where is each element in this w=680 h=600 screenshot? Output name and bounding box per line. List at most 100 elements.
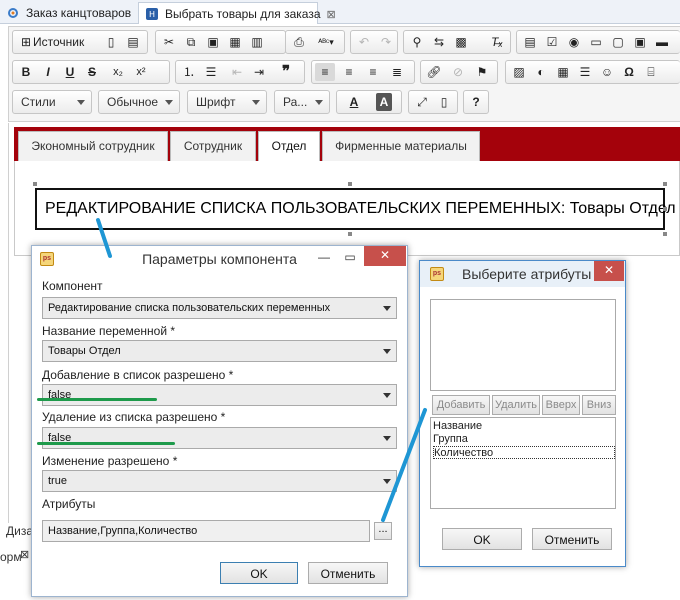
bulleted-list-icon[interactable]: ☰ xyxy=(201,63,221,81)
forms-tab-fragment[interactable]: орм xyxy=(0,550,22,564)
maximize-button[interactable]: ▭ xyxy=(337,248,363,268)
cancel-button[interactable]: Отменить xyxy=(308,562,388,584)
form-icon[interactable]: ▤ xyxy=(520,33,540,51)
undo-icon[interactable]: ↶ xyxy=(354,33,374,51)
tab-close-icon[interactable]: ⊠ xyxy=(327,9,336,21)
redo-icon[interactable]: ↷ xyxy=(376,33,396,51)
paste-icon[interactable]: ▣ xyxy=(203,33,223,51)
resize-handle[interactable] xyxy=(663,182,667,186)
textarea-icon[interactable]: ▢ xyxy=(608,33,628,51)
radio-icon[interactable]: ◉ xyxy=(564,33,584,51)
page-break-icon[interactable]: ⌸ xyxy=(641,63,661,81)
font-size-combo[interactable]: Ра... xyxy=(274,90,330,114)
close-icon[interactable]: ⊠ xyxy=(20,548,29,561)
special-char-icon[interactable]: Ω xyxy=(619,63,639,81)
source-button[interactable]: Источник xyxy=(33,33,95,51)
unlink-icon[interactable]: ⊘ xyxy=(448,63,468,81)
numbered-list-icon[interactable]: ⒈ xyxy=(179,63,199,81)
textfield-icon[interactable]: ▭ xyxy=(586,33,606,51)
resize-handle[interactable] xyxy=(348,182,352,186)
resize-handle[interactable] xyxy=(663,207,667,211)
maximize-icon[interactable]: ⤢ xyxy=(412,93,432,111)
selected-attributes-list[interactable]: Название Группа Количество xyxy=(430,417,616,509)
component-select[interactable]: Редактирование списка пользовательских п… xyxy=(42,297,397,319)
outdent-icon[interactable]: ⇤ xyxy=(227,63,247,81)
button-field-icon[interactable]: ▬ xyxy=(652,33,672,51)
copy-icon[interactable]: ⧉ xyxy=(181,33,201,51)
text-color-button[interactable]: A xyxy=(340,93,368,111)
checkbox-icon[interactable]: ☑ xyxy=(542,33,562,51)
replace-icon[interactable]: ⇆ xyxy=(429,33,449,51)
new-page-icon[interactable]: ▯ xyxy=(101,33,121,51)
help-button[interactable]: ? xyxy=(466,93,486,111)
paste-word-icon[interactable]: ▥ xyxy=(247,33,267,51)
find-icon[interactable]: ⚲ xyxy=(407,33,427,51)
italic-icon[interactable]: I xyxy=(38,63,58,81)
horizontal-rule-icon[interactable]: ☰ xyxy=(575,63,595,81)
align-left-icon[interactable]: ≡ xyxy=(315,63,335,81)
blockquote-icon[interactable]: ❞ xyxy=(276,63,296,81)
page-tab-department[interactable]: Отдел xyxy=(258,131,320,161)
resize-handle[interactable] xyxy=(663,232,667,236)
styles-combo[interactable]: Стили xyxy=(12,90,92,114)
available-attributes-list[interactable] xyxy=(430,299,616,391)
list-item[interactable]: Название xyxy=(433,420,482,433)
resize-handle[interactable] xyxy=(348,232,352,236)
add-button[interactable]: Добавить xyxy=(432,395,490,415)
tab-order-stationery[interactable]: Заказ канцтоваров xyxy=(0,2,138,24)
move-down-button[interactable]: Вниз xyxy=(582,395,616,415)
align-center-icon[interactable]: ≡ xyxy=(339,63,359,81)
smiley-icon[interactable]: ☺ xyxy=(597,63,617,81)
field-label: Название переменной * xyxy=(42,324,176,338)
preview-icon[interactable]: ▤ xyxy=(123,33,143,51)
close-button[interactable]: ✕ xyxy=(364,246,406,266)
bold-icon[interactable]: B xyxy=(16,63,36,81)
subscript-icon[interactable]: x₂ xyxy=(108,63,128,81)
format-combo[interactable]: Обычное xyxy=(98,90,180,114)
print-icon[interactable]: ⎙ xyxy=(289,33,309,51)
remove-format-icon[interactable]: T̶ₓ xyxy=(487,33,507,51)
tab-select-goods[interactable]: H Выбрать товары для заказа ⊠ xyxy=(138,2,336,24)
page-tab-economy-employee[interactable]: Экономный сотрудник xyxy=(18,131,168,161)
show-blocks-icon[interactable]: ▯ xyxy=(434,93,454,111)
minimize-button[interactable]: — xyxy=(311,248,337,268)
add-allowed-select[interactable]: false xyxy=(42,384,397,406)
remove-button[interactable]: Удалить xyxy=(492,395,540,415)
ok-button[interactable]: OK xyxy=(220,562,298,584)
cancel-button[interactable]: Отменить xyxy=(532,528,612,550)
component-heading[interactable]: РЕДАКТИРОВАНИЕ СПИСКА ПОЛЬЗОВАТЕЛЬСКИХ П… xyxy=(35,188,676,230)
font-combo[interactable]: Шрифт xyxy=(187,90,267,114)
spellcheck-icon[interactable]: ᴬᴮᶜ▾ xyxy=(311,33,341,51)
remove-allowed-select[interactable]: false xyxy=(42,427,397,449)
align-right-icon[interactable]: ≡ xyxy=(363,63,383,81)
edit-allowed-select[interactable]: true xyxy=(42,470,397,492)
strike-icon[interactable]: S xyxy=(82,63,102,81)
variable-name-select[interactable]: Товары Отдел xyxy=(42,340,397,362)
link-icon[interactable]: 🔗︎ xyxy=(424,63,444,81)
image-icon[interactable]: ▨ xyxy=(509,63,529,81)
select-field-icon[interactable]: ▣ xyxy=(630,33,650,51)
move-up-button[interactable]: Вверх xyxy=(542,395,580,415)
toolbar-group-find: ⚲ ⇆ ▩ T̶ₓ xyxy=(403,30,511,54)
bg-color-button[interactable]: A xyxy=(376,93,392,111)
anchor-flag-icon[interactable]: ⚑ xyxy=(472,63,492,81)
browse-attributes-button[interactable]: ... xyxy=(374,522,392,540)
justify-icon[interactable]: ≣ xyxy=(387,63,407,81)
list-item[interactable]: Количество xyxy=(433,446,615,459)
page-tab-employee[interactable]: Сотрудник xyxy=(170,131,256,161)
design-tab-fragment[interactable]: Диза xyxy=(6,524,33,538)
resize-handle[interactable] xyxy=(33,182,37,186)
close-button[interactable]: ✕ xyxy=(594,261,624,281)
underline-icon[interactable]: U xyxy=(60,63,80,81)
superscript-icon[interactable]: x² xyxy=(131,63,151,81)
page-tab-corporate-materials[interactable]: Фирменные материалы xyxy=(322,131,480,161)
list-item[interactable]: Группа xyxy=(433,433,468,446)
toolbar-group-clipboard: ✂ ⧉ ▣ ▦ ▥ xyxy=(155,30,286,54)
table-icon[interactable]: ▦ xyxy=(553,63,573,81)
ok-button[interactable]: OK xyxy=(442,528,522,550)
flash-icon[interactable]: ◐ xyxy=(531,63,551,81)
select-all-icon[interactable]: ▩ xyxy=(451,33,471,51)
cut-icon[interactable]: ✂ xyxy=(159,33,179,51)
paste-text-icon[interactable]: ▦ xyxy=(225,33,245,51)
indent-icon[interactable]: ⇥ xyxy=(249,63,269,81)
